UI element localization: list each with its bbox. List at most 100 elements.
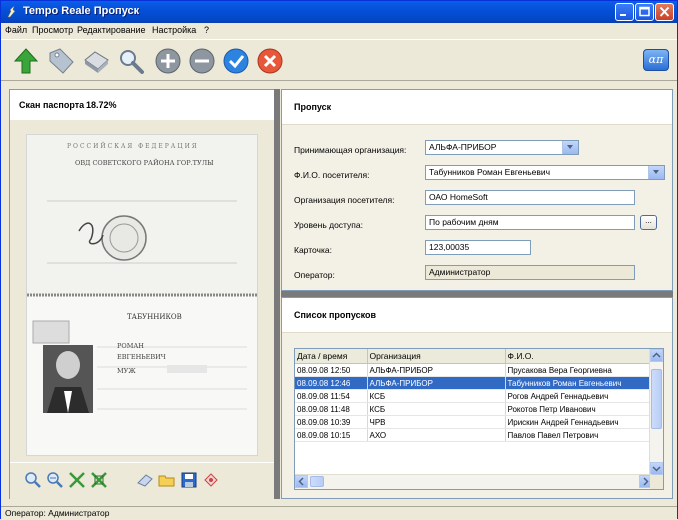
pass-list-title: Список пропусков: [294, 310, 377, 320]
passport-line-5: МУЖ: [117, 367, 136, 375]
operator-value: Администратор: [429, 267, 491, 277]
zoom-in-icon[interactable]: [24, 471, 42, 489]
passport-line-1: ОВД СОВЕТСКОГО РАЙОНА ГОР.ТУЛЫ: [75, 159, 214, 167]
menu-settings[interactable]: Настройка: [152, 25, 196, 35]
hscroll-thumb[interactable]: [310, 476, 324, 487]
pass-list-panel: Список пропусков Дата / время Организаци…: [281, 297, 673, 499]
scan-toolbar: [10, 462, 274, 499]
visitor-name-label: Ф.И.О. посетителя:: [294, 170, 370, 180]
table-row[interactable]: 08.09.08 11:54 КСБ Рогов Андрей Геннадье…: [295, 389, 653, 403]
passport-line-2: ТАБУННИКОВ: [127, 313, 182, 321]
passport-graphic: [27, 135, 257, 455]
erase-icon[interactable]: [136, 471, 154, 489]
toolbar: απ: [1, 39, 677, 81]
table-row[interactable]: 08.09.08 11:48 КСБ Рокотов Петр Иванович: [295, 402, 653, 416]
pass-form-panel: Пропуск Принимающая организация: АЛЬФА-П…: [281, 89, 673, 291]
cell-org: АЛЬФА-ПРИБОР: [367, 376, 506, 390]
table-row[interactable]: 08.09.08 10:39 ЧРВ Ирискин Андрей Геннад…: [295, 415, 653, 429]
menu-edit[interactable]: Редактирование: [77, 25, 146, 35]
passport-line-4: ЕВГЕНЬЕВИЧ: [117, 353, 166, 361]
status-text: Оператор: Администратор: [5, 508, 110, 518]
column-header-datetime[interactable]: Дата / время: [295, 349, 368, 364]
up-arrow-icon[interactable]: [11, 46, 41, 76]
confirm-icon[interactable]: [221, 46, 251, 76]
window-title: Tempo Reale Пропуск: [23, 5, 140, 17]
visitor-org-field[interactable]: ОАО HomeSoft: [425, 190, 635, 205]
access-level-value: По рабочим дням: [429, 217, 499, 227]
zoom-out-icon[interactable]: [46, 471, 64, 489]
close-icon[interactable]: [655, 3, 674, 21]
table-row[interactable]: 08.09.08 12:50 АЛЬФА-ПРИБОР Прусакова Ве…: [295, 363, 653, 377]
visitor-org-label: Организация посетителя:: [294, 195, 395, 205]
chevron-down-icon[interactable]: [648, 166, 664, 179]
cell-datetime: 08.09.08 12:46: [295, 376, 368, 390]
scroll-thumb[interactable]: [651, 369, 662, 429]
menu-view[interactable]: Просмотр: [32, 25, 73, 35]
operator-label: Оператор:: [294, 270, 335, 280]
fit-icon[interactable]: [68, 471, 86, 489]
browse-access-button[interactable]: ...: [640, 215, 657, 230]
passport-image: РОССИЙСКАЯ ФЕДЕРАЦИЯ ОВД СОВЕТСКОГО РАЙО…: [26, 134, 258, 456]
cell-org: КСБ: [367, 389, 506, 403]
passport-line-3: РОМАН: [117, 342, 144, 350]
clear-icon[interactable]: [202, 471, 220, 489]
horizontal-scrollbar[interactable]: [295, 474, 652, 489]
chevron-down-icon[interactable]: [562, 141, 578, 154]
table-row[interactable]: 08.09.08 10:15 АХО Павлов Павел Петрович: [295, 428, 653, 442]
column-header-org[interactable]: Организация: [367, 349, 506, 364]
card-value: 123,00035: [429, 242, 470, 252]
add-icon[interactable]: [153, 46, 183, 76]
title-bar[interactable]: Tempo Reale Пропуск: [1, 1, 677, 23]
menu-help[interactable]: ?: [204, 25, 209, 35]
cell-org: АЛЬФА-ПРИБОР: [367, 363, 506, 377]
search-icon[interactable]: [116, 46, 146, 76]
access-level-field[interactable]: По рабочим дням: [425, 215, 635, 230]
vertical-splitter[interactable]: [274, 89, 280, 499]
pass-list-header: Список пропусков: [282, 298, 672, 333]
remove-icon[interactable]: [187, 46, 217, 76]
cell-name: Рокотов Петр Иванович: [505, 402, 653, 416]
passport-scan-area[interactable]: РОССИЙСКАЯ ФЕДЕРАЦИЯ ОВД СОВЕТСКОГО РАЙО…: [10, 120, 274, 462]
table-row-selected[interactable]: 08.09.08 12:46 АЛЬФА-ПРИБОР Табунников Р…: [295, 376, 653, 390]
cell-org: АХО: [367, 428, 506, 442]
scan-header: Скан паспорта 18.72%: [10, 90, 274, 121]
scroll-up-icon[interactable]: [650, 349, 663, 362]
vertical-scrollbar[interactable]: [649, 349, 663, 475]
cell-datetime: 08.09.08 11:48: [295, 402, 368, 416]
scan-title: Скан паспорта: [19, 100, 85, 110]
scroll-left-icon[interactable]: [295, 475, 308, 488]
minimize-icon[interactable]: [615, 3, 634, 21]
cell-datetime: 08.09.08 12:50: [295, 363, 368, 377]
cancel-icon[interactable]: [255, 46, 285, 76]
host-org-value: АЛЬФА-ПРИБОР: [429, 142, 497, 152]
tag-icon[interactable]: [46, 46, 76, 76]
crop-icon[interactable]: [90, 471, 108, 489]
save-icon[interactable]: [180, 471, 198, 489]
cell-name: Ирискин Андрей Геннадьевич: [505, 415, 653, 429]
maximize-icon[interactable]: [635, 3, 654, 21]
card-field[interactable]: 123,00035: [425, 240, 531, 255]
operator-field: Администратор: [425, 265, 635, 280]
cell-datetime: 08.09.08 11:54: [295, 389, 368, 403]
visitor-org-value: ОАО HomeSoft: [429, 192, 488, 202]
visitor-name-combo[interactable]: Табунников Роман Евгеньевич: [425, 165, 665, 180]
app-icon: [7, 5, 16, 18]
pass-form-header: Пропуск: [282, 90, 672, 125]
pass-list-grid[interactable]: Дата / время Организация Ф.И.О. 08.09.08…: [294, 348, 664, 490]
open-folder-icon[interactable]: [158, 471, 176, 489]
main-window: Tempo Reale Пропуск Файл Просмотр Редакт…: [0, 0, 678, 520]
status-bar: Оператор: Администратор: [1, 506, 677, 520]
column-header-name[interactable]: Ф.И.О.: [505, 349, 653, 364]
cell-datetime: 08.09.08 10:15: [295, 428, 368, 442]
scanner-icon[interactable]: [81, 46, 111, 76]
alpha-pi-logo-icon[interactable]: απ: [643, 49, 669, 71]
menu-file[interactable]: Файл: [5, 25, 27, 35]
cell-name: Павлов Павел Петрович: [505, 428, 653, 442]
passport-line-0: РОССИЙСКАЯ ФЕДЕРАЦИЯ: [67, 143, 199, 150]
scroll-corner: [650, 475, 663, 489]
cell-name: Прусакова Вера Георгиевна: [505, 363, 653, 377]
scan-panel: Скан паспорта 18.72% РОССИЙСКАЯ ФЕДЕРАЦИ…: [9, 89, 275, 499]
cell-org: КСБ: [367, 402, 506, 416]
host-org-combo[interactable]: АЛЬФА-ПРИБОР: [425, 140, 579, 155]
host-org-label: Принимающая организация:: [294, 145, 407, 155]
